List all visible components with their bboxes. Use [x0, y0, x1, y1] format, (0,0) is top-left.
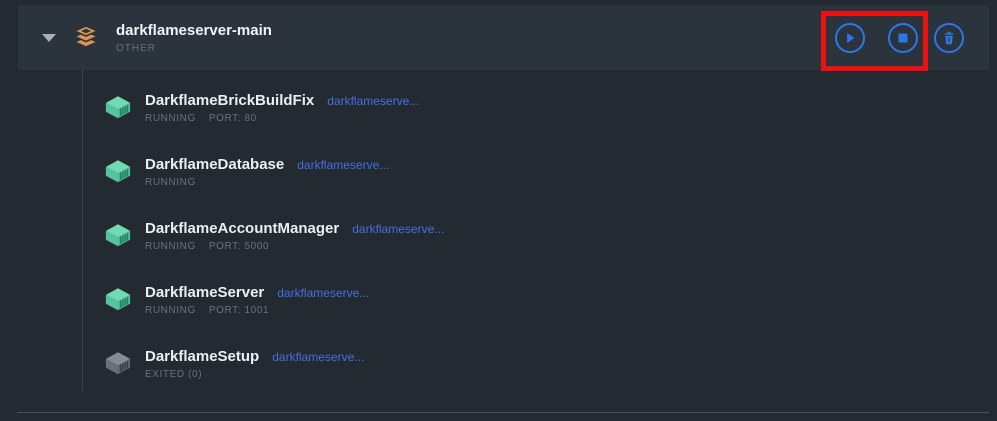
container-icon — [104, 95, 132, 120]
delete-button[interactable] — [934, 23, 964, 53]
stop-button[interactable] — [888, 23, 918, 53]
stop-icon — [894, 29, 912, 47]
play-icon — [841, 29, 859, 47]
trash-icon — [940, 29, 958, 47]
container-status: EXITED (0) — [145, 369, 202, 380]
tree-guide-line — [82, 70, 83, 391]
container-row[interactable]: DarkflameDatabase darkflameserve... RUNN… — [104, 151, 444, 215]
container-icon — [104, 159, 132, 184]
stack-layers-icon — [73, 25, 99, 51]
container-name: DarkflameSetup — [145, 348, 259, 365]
container-icon — [104, 223, 132, 248]
container-port: PORT: 80 — [209, 113, 257, 124]
collapse-caret-icon[interactable] — [42, 34, 56, 42]
container-row[interactable]: DarkflameServer darkflameserve... RUNNIN… — [104, 279, 444, 343]
container-port: PORT: 1001 — [209, 305, 269, 316]
container-name: DarkflameAccountManager — [145, 220, 339, 237]
container-status: RUNNING — [145, 305, 196, 316]
container-name: DarkflameDatabase — [145, 156, 284, 173]
container-status: RUNNING — [145, 113, 196, 124]
group-actions — [835, 23, 964, 53]
container-row[interactable]: DarkflameSetup darkflameserve... EXITED … — [104, 343, 444, 407]
container-image-link[interactable]: darkflameserve... — [327, 94, 419, 108]
container-row[interactable]: DarkflameAccountManager darkflameserve..… — [104, 215, 444, 279]
group-title: darkflameserver-main — [116, 22, 272, 40]
container-image-link[interactable]: darkflameserve... — [297, 158, 389, 172]
container-icon — [104, 351, 132, 376]
container-name: DarkflameServer — [145, 284, 264, 301]
container-image-link[interactable]: darkflameserve... — [277, 286, 369, 300]
container-image-link[interactable]: darkflameserve... — [272, 350, 364, 364]
group-type-label: OTHER — [116, 43, 272, 54]
container-list: DarkflameBrickBuildFix darkflameserve...… — [104, 87, 444, 407]
container-status: RUNNING — [145, 241, 196, 252]
group-titles: darkflameserver-main OTHER — [116, 22, 272, 54]
start-button[interactable] — [835, 23, 865, 53]
container-status: RUNNING — [145, 177, 196, 188]
container-group-panel: darkflameserver-main OTHER — [0, 0, 997, 421]
container-name: DarkflameBrickBuildFix — [145, 92, 314, 109]
container-row[interactable]: DarkflameBrickBuildFix darkflameserve...… — [104, 87, 444, 151]
container-icon — [104, 287, 132, 312]
bottom-divider — [17, 412, 989, 413]
container-port: PORT: 5000 — [209, 241, 269, 252]
group-header-row[interactable]: darkflameserver-main OTHER — [18, 5, 989, 70]
container-image-link[interactable]: darkflameserve... — [352, 222, 444, 236]
